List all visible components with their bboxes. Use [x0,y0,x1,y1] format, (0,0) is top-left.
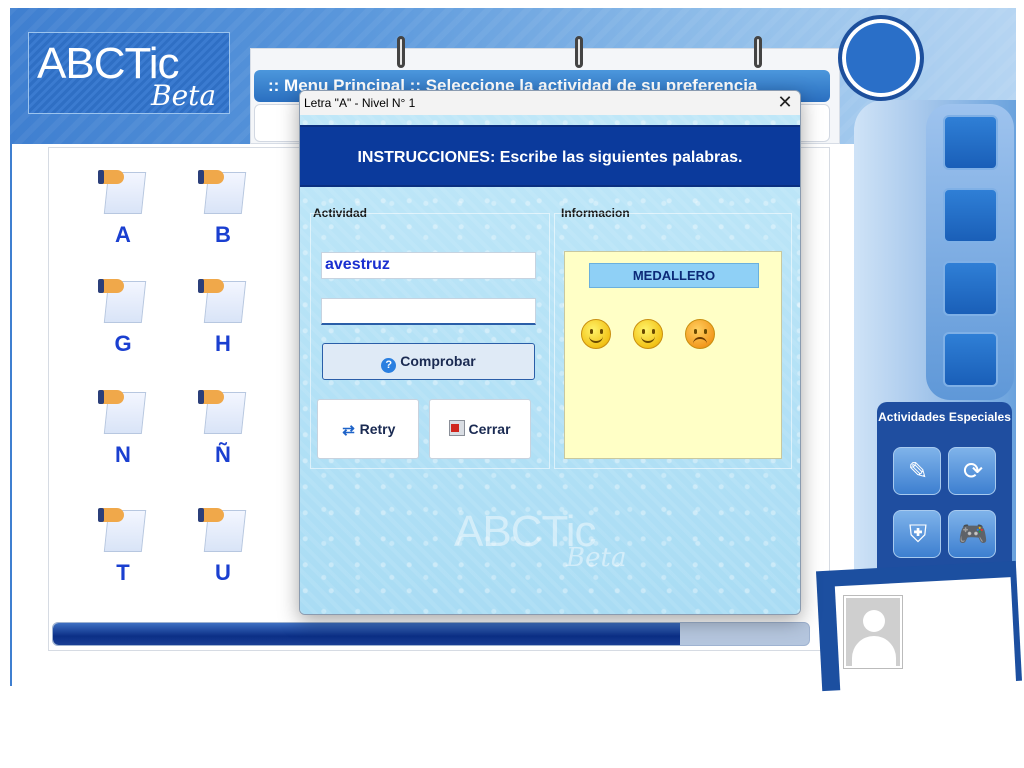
dialog-title: Letra "A" - Nivel N° 1 [304,96,416,110]
letter-button-u[interactable]: U [188,508,258,586]
progress-fill [53,623,681,645]
logo-sub-text: Beta [151,79,217,112]
binder-ring [754,36,762,68]
document-icon [98,279,148,325]
check-button[interactable]: ? Comprobar [322,343,535,380]
binder-ring [575,36,583,68]
letter-button-t[interactable]: T [88,508,158,586]
retry-label: Retry [359,421,396,437]
exit-button[interactable]: Cerrar [429,399,531,459]
avatar [844,596,902,668]
progress-bar [52,622,810,646]
letter-label: T [116,560,130,585]
medal-header: MEDALLERO [589,263,759,288]
activity-dialog: Letra "A" - Nivel N° 1 ✕ INSTRUCCIONES: … [299,90,801,615]
retry-button[interactable]: ⇄ Retry [317,399,419,459]
document-icon [98,170,148,216]
check-label: Comprobar [400,353,476,369]
side-slot-button[interactable] [943,115,998,170]
document-icon [198,279,248,325]
side-slot-button[interactable] [943,261,998,316]
app-logo: ABCTic Beta [28,32,230,114]
watermark-sub: Beta [566,543,627,573]
security-agent-icon[interactable]: ⛨ [893,510,941,558]
letter-button-n[interactable]: N [88,390,158,468]
document-icon [198,390,248,436]
retry-icon: ⇄ [342,422,355,439]
document-icon [98,390,148,436]
happy-face-icon [633,319,663,349]
edit-icon[interactable]: ✎ [893,447,941,495]
side-slot-button[interactable] [943,332,998,387]
letter-button-g[interactable]: G [88,279,158,357]
letter-label: N [115,442,131,467]
side-slot-button[interactable] [943,188,998,243]
document-icon [198,170,248,216]
letter-label: A [115,222,131,247]
close-icon[interactable]: ✕ [770,91,800,115]
special-activities-title: Actividades Especiales [878,410,1011,424]
special-activities-panel: Actividades Especiales ✎ ⟳ ⛨ 🎮 [877,402,1012,578]
instructions-text: INSTRUCCIONES: Escribe las siguientes pa… [357,149,743,166]
document-icon [98,508,148,554]
exit-door-icon [449,420,466,436]
exit-label: Cerrar [468,421,511,437]
left-border [10,144,12,686]
letter-button-b[interactable]: B [188,170,258,248]
document-icon [198,508,248,554]
instructions-banner: INSTRUCCIONES: Escribe las siguientes pa… [300,125,800,187]
letter-button-a[interactable]: A [88,170,158,248]
letter-label: H [215,331,231,356]
target-word: avestruz [321,252,536,279]
letter-button-h[interactable]: H [188,279,258,357]
binder-ring [397,36,405,68]
letter-label: U [215,560,231,585]
letter-label: G [114,331,132,356]
globe-icon [838,15,924,101]
sad-face-icon [685,319,715,349]
dialog-titlebar: Letra "A" - Nivel N° 1 ✕ [300,91,800,115]
letter-button-enye[interactable]: Ñ [188,390,258,468]
answer-input[interactable] [321,298,536,325]
letter-label: Ñ [215,442,231,467]
help-icon: ? [381,358,397,373]
medal-board: MEDALLERO [564,251,782,459]
gamepad-icon[interactable]: 🎮 [948,510,996,558]
refresh-icon[interactable]: ⟳ [948,447,996,495]
letter-label: B [215,222,231,247]
happy-face-icon [581,319,611,349]
